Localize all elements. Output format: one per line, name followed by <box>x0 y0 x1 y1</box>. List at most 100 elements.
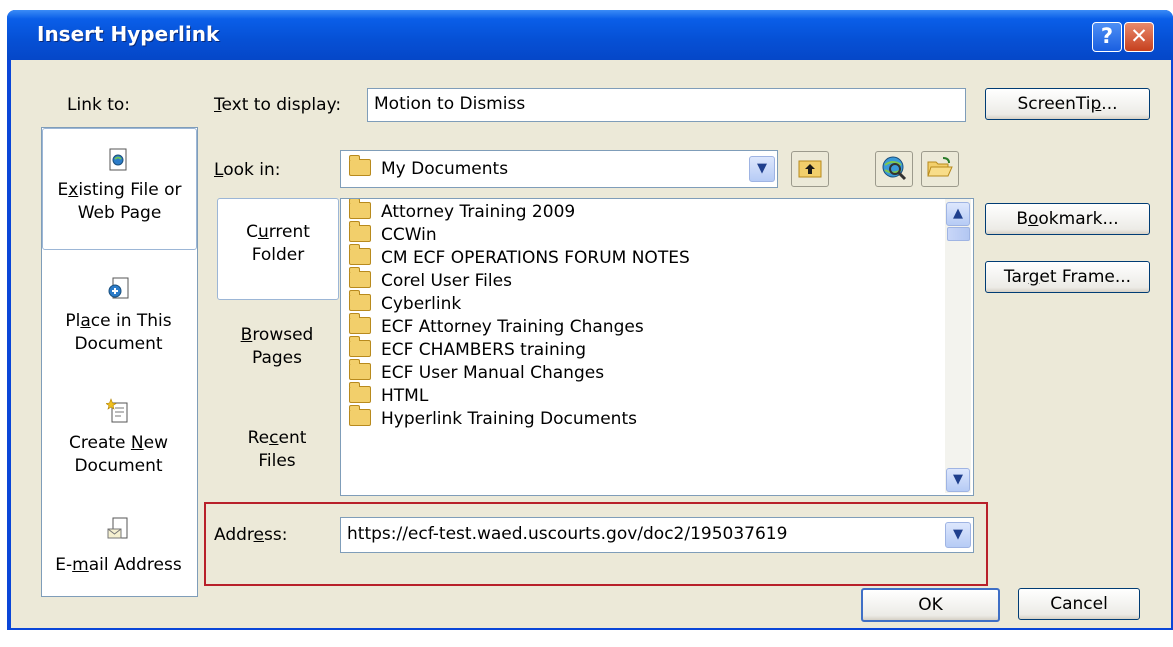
file-list[interactable]: Attorney Training 2009 CCWin CM ECF OPER… <box>340 198 974 496</box>
scroll-up-icon[interactable]: ▲ <box>946 202 970 226</box>
close-icon[interactable]: ✕ <box>1124 22 1154 52</box>
list-item[interactable]: HTML <box>349 382 690 408</box>
target-frame-pre: Tar <box>1003 267 1029 287</box>
list-item-label: ECF User Manual Changes <box>381 363 605 383</box>
folder-icon <box>349 244 371 265</box>
tab-current-folder[interactable]: Current Folder <box>217 198 339 300</box>
tab-browsed-post: rowsed <box>252 325 314 345</box>
bookmark-u: o <box>1027 209 1039 229</box>
tab-recent-post: ent <box>278 428 307 448</box>
tab-current-post: rrent <box>268 222 310 242</box>
screentip-button[interactable]: ScreenTip... <box>985 88 1150 120</box>
scroll-down-icon[interactable]: ▼ <box>946 468 970 492</box>
link-email-pre: E- <box>55 555 73 575</box>
link-new-line2: Document <box>74 456 163 476</box>
list-item-label: ECF CHAMBERS training <box>381 340 587 360</box>
screentip-pre: ScreenTi <box>1017 94 1091 114</box>
folder-icon <box>349 221 371 242</box>
link-existing-u: x <box>68 180 79 200</box>
list-item-label: CM ECF OPERATIONS FORUM NOTES <box>381 248 690 268</box>
list-item-label: CCWin <box>381 225 437 245</box>
bookmark-post: okmark... <box>1038 209 1119 229</box>
target-frame-post: et Frame... <box>1039 267 1132 287</box>
help-icon[interactable]: ? <box>1092 22 1122 52</box>
link-new-u: N <box>130 433 144 453</box>
tab-recent-pre: Re <box>247 428 270 448</box>
target-frame-u: g <box>1028 267 1040 287</box>
list-item[interactable]: CCWin <box>349 221 690 247</box>
link-existing-pre: E <box>57 180 69 200</box>
ok-button[interactable]: OK <box>861 588 1000 622</box>
text-to-display-label-u: T <box>214 95 222 115</box>
tab-browsed-line2: Pages <box>251 348 302 368</box>
folder-icon <box>349 336 371 357</box>
tab-recent-line2: Files <box>258 451 296 471</box>
link-email-address[interactable]: E-mail Address <box>42 506 195 594</box>
folder-icon <box>349 199 371 219</box>
list-item[interactable]: Corel User Files <box>349 267 690 293</box>
link-to-label: Link to: <box>67 95 131 115</box>
cancel-button[interactable]: Cancel <box>1018 588 1140 620</box>
dialog-title: Insert Hyperlink <box>37 22 220 46</box>
list-item-label: ECF Attorney Training Changes <box>381 317 644 337</box>
up-folder-icon <box>798 160 822 178</box>
list-item[interactable]: ECF User Manual Changes <box>349 359 690 385</box>
chevron-down-icon[interactable]: ▼ <box>749 156 775 182</box>
list-item[interactable]: Cyberlink <box>349 290 690 316</box>
link-existing-line2: Web Page <box>77 203 162 223</box>
link-existing-post: isting File or <box>78 180 182 200</box>
text-to-display-label-rest: ext to display: <box>221 95 342 115</box>
link-place-pre: Pl <box>65 311 81 331</box>
look-in-label-u: L <box>214 160 224 180</box>
look-in-dropdown[interactable]: My Documents ▼ <box>340 150 778 188</box>
tab-current-line2: Folder <box>251 245 305 265</box>
folder-icon <box>349 382 371 403</box>
link-to-bar: Existing File or Web Page Place in This … <box>41 127 198 597</box>
place-in-document-icon <box>108 277 129 299</box>
link-new-pre: Create <box>69 433 131 453</box>
highlight-box <box>204 502 988 586</box>
new-document-icon <box>106 398 128 423</box>
list-item[interactable]: Hyperlink Training Documents <box>349 405 690 431</box>
tab-browsed-u: B <box>240 325 253 345</box>
screentip-u: p <box>1090 94 1102 114</box>
list-item[interactable]: ECF Attorney Training Changes <box>349 313 690 339</box>
look-in-value: My Documents <box>381 159 509 179</box>
bookmark-pre: B <box>1016 209 1028 229</box>
look-in-label-rest: ook in: <box>223 160 281 180</box>
scrollbar[interactable]: ▲ ▼ <box>945 199 971 493</box>
list-item-label: Corel User Files <box>381 271 512 291</box>
text-to-display-input[interactable]: Motion to Dismiss <box>367 88 966 122</box>
tab-browsed-pages[interactable]: Browsed Pages <box>217 324 337 384</box>
existing-file-icon <box>109 148 127 171</box>
folder-icon <box>349 313 371 334</box>
up-one-folder-button[interactable] <box>791 151 829 187</box>
folder-icon <box>349 155 371 176</box>
tab-recent-files[interactable]: Recent Files <box>217 427 337 487</box>
list-item[interactable]: ECF CHAMBERS training <box>349 336 690 362</box>
open-folder-icon <box>927 157 953 177</box>
folder-icon <box>349 359 371 380</box>
link-email-post: ail Address <box>88 555 182 575</box>
scroll-thumb[interactable] <box>947 227 970 241</box>
link-create-new-document[interactable]: Create New Document <box>42 390 195 500</box>
link-existing-file[interactable]: Existing File or Web Page <box>42 128 197 250</box>
dialog-body: Link to: Existing File or Web Page Place… <box>11 60 1171 628</box>
tab-current-u: u <box>257 222 269 242</box>
list-item-label: Attorney Training 2009 <box>381 202 576 222</box>
screentip-post: ... <box>1101 94 1118 114</box>
folder-icon <box>349 267 371 288</box>
list-item-label: HTML <box>381 386 429 406</box>
browse-file-button[interactable] <box>921 151 959 187</box>
title-bar[interactable]: Insert Hyperlink ? ✕ <box>7 10 1173 60</box>
link-place-in-document[interactable]: Place in This Document <box>42 268 195 378</box>
browse-web-button[interactable] <box>875 151 913 187</box>
link-place-line2: Document <box>74 334 163 354</box>
text-to-display-label: Text to display: <box>214 95 341 115</box>
list-item[interactable]: Attorney Training 2009 <box>349 199 690 224</box>
list-item[interactable]: CM ECF OPERATIONS FORUM NOTES <box>349 244 690 270</box>
browse-web-icon <box>882 156 907 181</box>
target-frame-button[interactable]: Target Frame... <box>985 261 1150 293</box>
email-address-icon <box>107 517 128 539</box>
bookmark-button[interactable]: Bookmark... <box>985 203 1150 235</box>
